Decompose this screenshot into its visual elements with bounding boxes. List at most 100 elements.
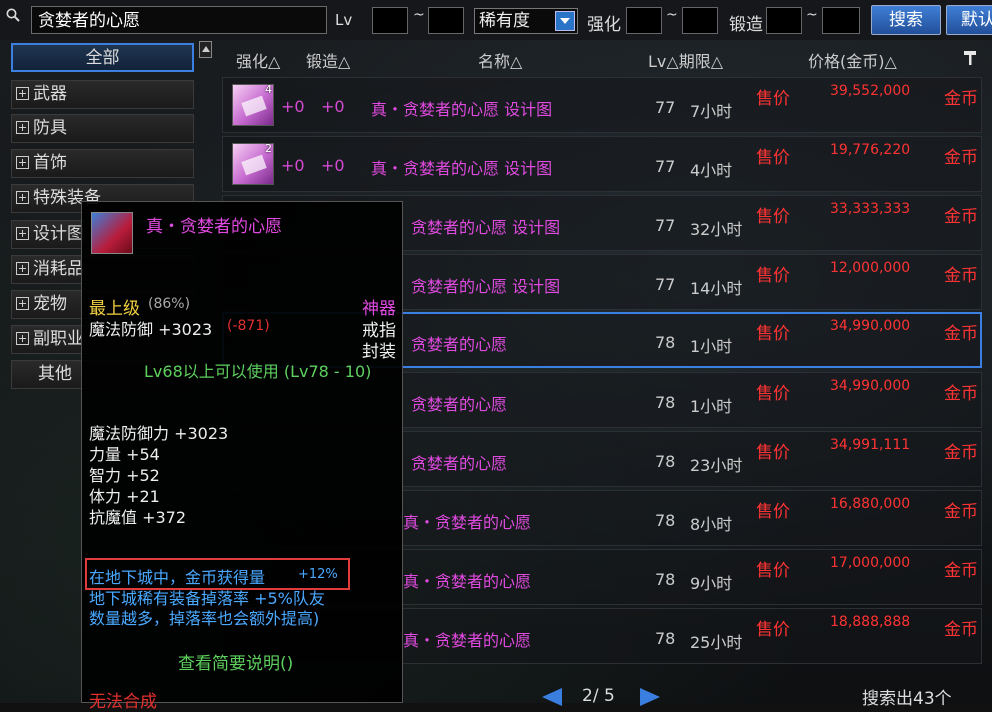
row-lv: 78	[655, 393, 676, 412]
scroll-up-button[interactable]	[199, 41, 212, 58]
category-label: 防具	[33, 118, 67, 138]
row-lv: 77	[655, 275, 676, 294]
row-duration: 4小时	[690, 161, 733, 180]
item-quantity: 2	[265, 142, 272, 155]
expand-icon[interactable]	[16, 297, 29, 310]
row-name: 贪婪者的心愿 设计图	[411, 218, 561, 237]
expand-icon[interactable]	[16, 332, 29, 345]
row-price: 19,776,220	[830, 142, 911, 158]
row-duration: 1小时	[690, 337, 733, 356]
row-duration: 8小时	[690, 515, 733, 534]
lv-tilde: ~	[413, 7, 425, 23]
rarity-select[interactable]: 稀有度	[474, 8, 578, 34]
chevron-down-icon[interactable]	[555, 11, 575, 31]
row-duration: 1小时	[690, 397, 733, 416]
default-button[interactable]: 默认	[946, 5, 992, 35]
row-currency: 金币	[944, 502, 978, 522]
header-price[interactable]: 价格(金币)△	[808, 48, 897, 72]
result-count: 搜索出43个	[862, 689, 952, 709]
search-button[interactable]: 搜索	[871, 5, 941, 35]
category-label: 消耗品	[33, 259, 84, 279]
row-currency: 金币	[944, 324, 978, 344]
row-name: 真・贪婪者的心愿 设计图	[371, 100, 553, 119]
tooltip-brief-link[interactable]: 查看简要说明()	[178, 649, 293, 674]
expand-icon[interactable]	[16, 87, 29, 100]
row-name: 真・贪婪者的心愿	[403, 513, 532, 532]
table-row[interactable]: 4 +0 +0 真・贪婪者的心愿 设计图 77 7小时 售价 39,552,00…	[222, 77, 982, 133]
forge-tilde: ~	[806, 7, 818, 23]
row-enhance: +0	[281, 97, 305, 116]
row-price: 34,990,000	[830, 378, 911, 394]
row-lv: 77	[655, 216, 676, 235]
tooltip-mdef-diff: (-871)	[227, 318, 270, 334]
item-tooltip: 真・贪婪者的心愿 最上级 (86%) 神器 魔法防御 +3023 (-871) …	[81, 201, 403, 712]
row-price: 33,333,333	[830, 201, 911, 217]
row-duration: 14小时	[690, 279, 743, 298]
row-forge: +0	[321, 97, 345, 116]
row-price: 34,991,111	[830, 437, 911, 453]
forge-min-input[interactable]	[766, 7, 802, 34]
header-forge[interactable]: 锻造△	[306, 48, 350, 72]
row-forge: +0	[321, 156, 345, 175]
category-label: 其他	[38, 364, 72, 384]
category-all[interactable]: 全部	[11, 43, 194, 72]
tooltip-level-req: Lv68以上可以使用 (Lv78 - 10)	[144, 362, 372, 381]
tooltip-title: 真・贪婪者的心愿	[146, 217, 282, 237]
row-name: 贪婪者的心愿	[411, 454, 508, 473]
row-sell-label: 售价	[756, 207, 790, 227]
row-name: 真・贪婪者的心愿	[403, 572, 532, 591]
tooltip-grade-pct: (86%)	[148, 296, 191, 312]
category-label: 武器	[33, 84, 67, 104]
category-label: 副职业	[33, 329, 84, 349]
enhance-max-input[interactable]	[682, 7, 718, 34]
row-currency: 金币	[944, 384, 978, 404]
row-price: 16,880,000	[830, 496, 911, 512]
expand-icon[interactable]	[16, 121, 29, 134]
row-sell-label: 售价	[756, 266, 790, 286]
expand-icon[interactable]	[16, 191, 29, 204]
row-currency: 金币	[944, 148, 978, 168]
header-name[interactable]: 名称△	[478, 48, 522, 72]
expand-icon[interactable]	[16, 227, 29, 240]
row-currency: 金币	[944, 89, 978, 109]
search-input[interactable]: 贪婪者的心愿	[31, 6, 327, 34]
next-page-arrow-icon[interactable]	[640, 688, 660, 706]
category-weapon[interactable]: 武器	[11, 80, 194, 109]
row-enhance: +0	[281, 156, 305, 175]
category-label: 宠物	[33, 294, 67, 314]
lv-min-input[interactable]	[372, 7, 408, 34]
row-lv: 78	[655, 511, 676, 530]
row-sell-label: 售价	[756, 384, 790, 404]
row-name: 真・贪婪者的心愿 设计图	[371, 159, 553, 178]
row-currency: 金币	[944, 620, 978, 640]
category-label: 首饰	[33, 153, 67, 173]
row-duration: 23小时	[690, 456, 743, 475]
prev-page-arrow-icon[interactable]	[542, 688, 562, 706]
lv-label: Lv	[335, 11, 353, 29]
header-lv-term[interactable]: Lv△期限△	[648, 48, 723, 72]
row-sell-label: 售价	[756, 620, 790, 640]
row-lv: 78	[655, 333, 676, 352]
row-price: 18,888,888	[830, 614, 911, 630]
table-row[interactable]: 2 +0 +0 真・贪婪者的心愿 设计图 77 4小时 售价 19,776,22…	[222, 136, 982, 192]
expand-icon[interactable]	[16, 156, 29, 169]
row-lv: 77	[655, 98, 676, 117]
forge-label: 锻造	[729, 15, 763, 35]
item-icon: 4	[232, 83, 274, 126]
row-sell-label: 售价	[756, 148, 790, 168]
forge-max-input[interactable]	[822, 7, 860, 34]
row-name: 真・贪婪者的心愿	[403, 631, 532, 650]
row-sell-label: 售价	[756, 324, 790, 344]
lv-max-input[interactable]	[428, 7, 464, 34]
tooltip-bonus-line3: 数量越多，掉落率也会额外提高)	[89, 609, 320, 628]
header-enhance[interactable]: 强化△	[236, 48, 280, 72]
row-lv: 78	[655, 452, 676, 471]
row-sell-label: 售价	[756, 443, 790, 463]
category-accessory[interactable]: 首饰	[11, 149, 194, 178]
row-price: 17,000,000	[830, 555, 911, 571]
category-armor[interactable]: 防具	[11, 114, 194, 143]
row-currency: 金币	[944, 561, 978, 581]
enhance-min-input[interactable]	[626, 7, 662, 34]
expand-icon[interactable]	[16, 262, 29, 275]
row-name: 贪婪者的心愿 设计图	[411, 277, 561, 296]
